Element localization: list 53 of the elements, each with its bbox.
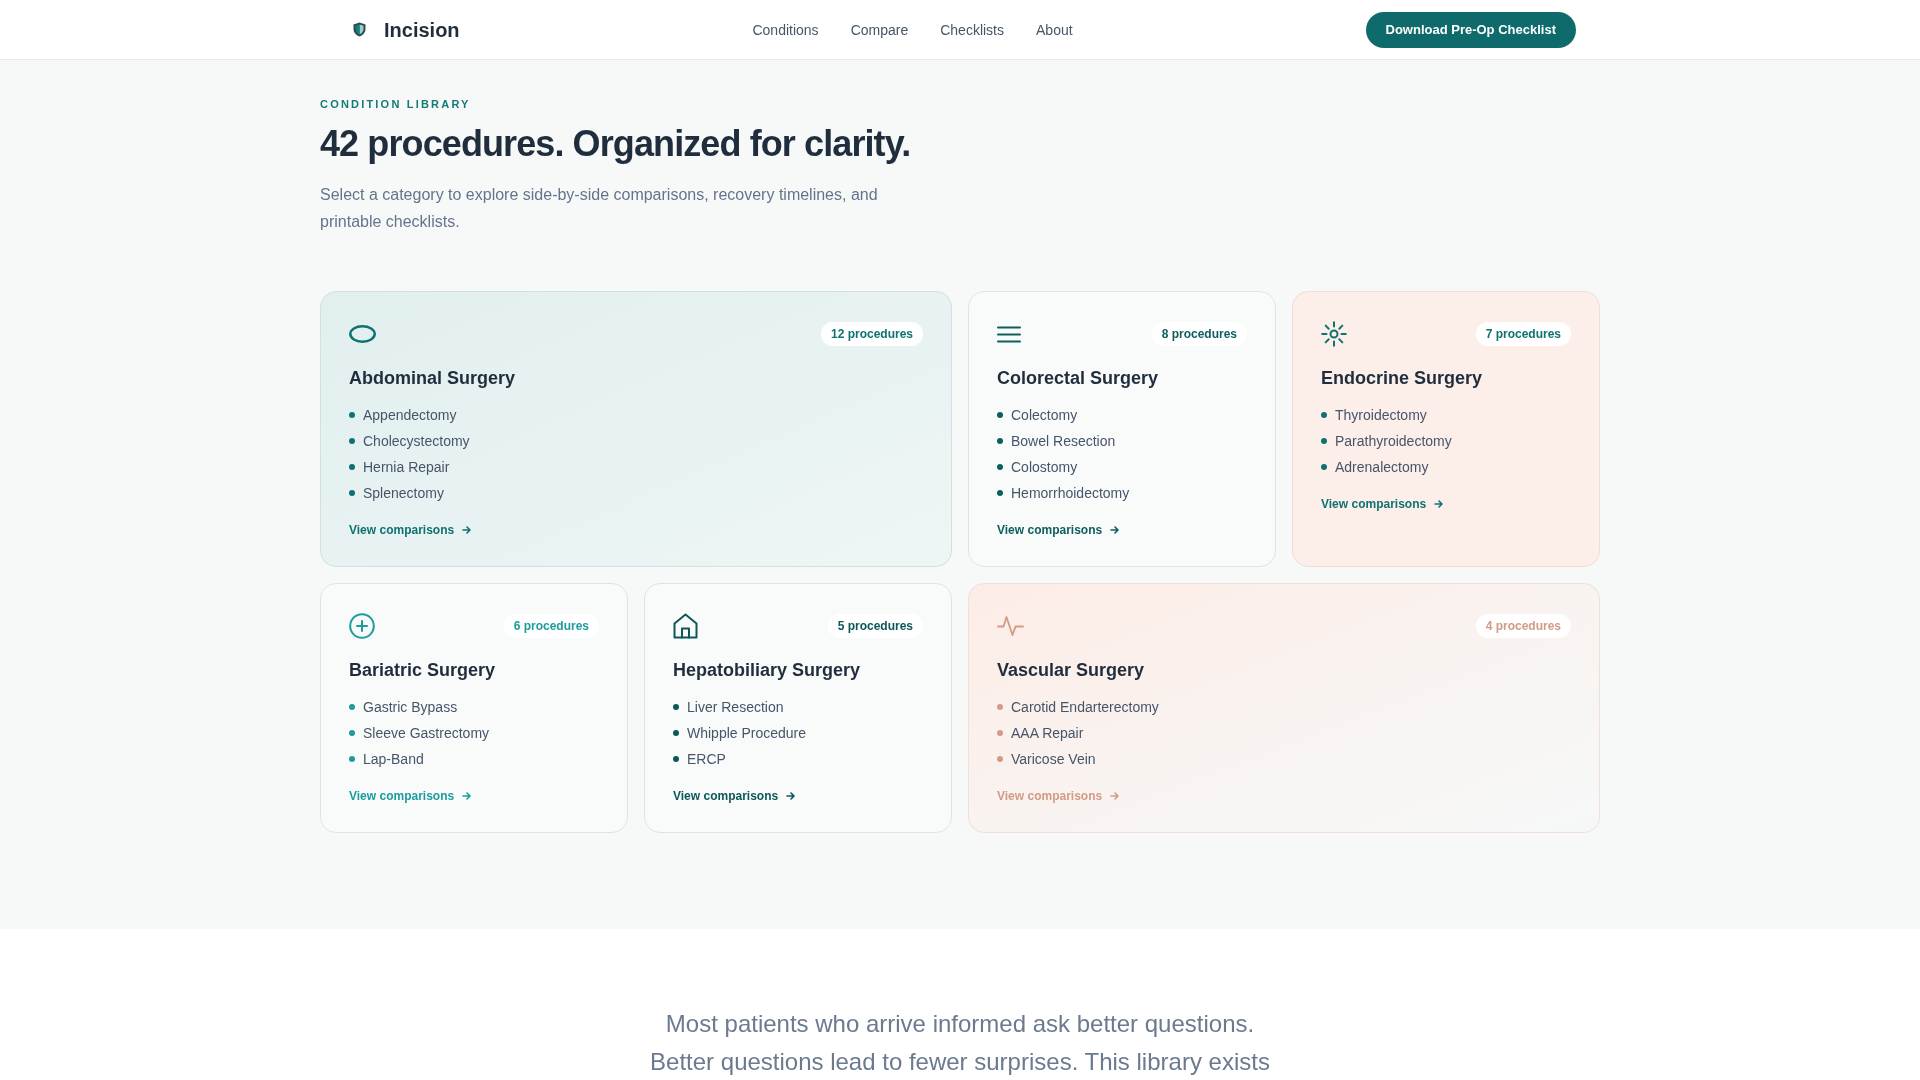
category-title: Endocrine Surgery	[1321, 367, 1484, 391]
procedure-name: Parathyroidectomy	[1335, 432, 1452, 452]
procedure-name: Whipple Procedure	[687, 724, 807, 744]
arrow-right-icon	[1434, 500, 1444, 509]
page-subtitle: Select a category to explore side-by-side comparisons, recovery timelines, and printable checklists.	[320, 185, 879, 233]
category-title: Colorectal Surgery	[997, 367, 1160, 391]
procedure-name: AAA Repair	[1011, 724, 1084, 744]
download-checklist-button[interactable]: Download Pre-Op Checklist	[1365, 11, 1576, 48]
procedure-name: Sleeve Gastrectomy	[363, 724, 490, 744]
procedure-count-badge: 5 procedures	[827, 614, 923, 639]
procedure-name: Gastric Bypass	[363, 698, 458, 718]
shield-logo-icon	[353, 22, 366, 37]
procedure-name: Carotid Endarterectomy	[1011, 698, 1159, 718]
procedure-name: Varicose Vein	[1011, 750, 1096, 770]
category-title: Bariatric Surgery	[349, 659, 497, 683]
arrow-right-icon	[1110, 526, 1120, 535]
procedure-count-badge: 4 procedures	[1475, 614, 1571, 639]
view-comparisons-link[interactable]: View comparisons	[1321, 496, 1444, 513]
procedure-count-badge: 6 procedures	[503, 614, 599, 639]
procedure-name: Hemorrhoidectomy	[1011, 484, 1130, 504]
procedure-name: Bowel Resection	[1011, 432, 1116, 452]
arrow-right-icon	[786, 792, 796, 801]
view-comparisons-link[interactable]: View comparisons	[349, 522, 472, 539]
procedure-name: Lap-Band	[363, 750, 424, 770]
procedure-count-badge: 7 procedures	[1475, 322, 1571, 347]
category-title: Hepatobiliary Surgery	[673, 659, 862, 683]
nav-link[interactable]: About	[1036, 19, 1073, 40]
view-comparisons-link[interactable]: View comparisons	[673, 788, 796, 805]
procedure-name: Cholecystectomy	[363, 432, 470, 452]
arrow-right-icon	[1110, 792, 1120, 801]
brand-name: Incision	[384, 17, 460, 43]
procedure-name: Colostomy	[1011, 458, 1078, 478]
category-title: Vascular Surgery	[997, 659, 1146, 683]
procedure-name: Appendectomy	[363, 406, 457, 426]
mission-statement: Most patients who arrive informed ask better questions. Better questions lead to fewer surprises. This library exists	[649, 1009, 1271, 1078]
procedure-name: Liver Resection	[687, 698, 784, 718]
page-heading: 42 procedures. Organized for clarity.	[320, 122, 912, 166]
nav-link[interactable]: Checklists	[940, 19, 1004, 40]
procedure-name: Splenectomy	[363, 484, 444, 504]
arrow-right-icon	[462, 792, 472, 801]
procedure-count-badge: 12 procedures	[820, 322, 923, 347]
nav-link[interactable]: Conditions	[752, 19, 819, 40]
nav-link[interactable]: Compare	[850, 19, 909, 40]
section-eyebrow: CONDITION LIBRARY	[320, 97, 472, 112]
procedure-name: ERCP	[687, 750, 726, 770]
procedure-name: Thyroidectomy	[1335, 406, 1427, 426]
procedure-name: Hernia Repair	[363, 458, 450, 478]
procedure-name: Colectomy	[1011, 406, 1078, 426]
arrow-right-icon	[462, 526, 472, 535]
view-comparisons-link[interactable]: View comparisons	[997, 522, 1120, 539]
procedure-count-badge: 8 procedures	[1151, 322, 1247, 347]
category-title: Abdominal Surgery	[349, 367, 517, 391]
procedure-name: Adrenalectomy	[1335, 458, 1429, 478]
